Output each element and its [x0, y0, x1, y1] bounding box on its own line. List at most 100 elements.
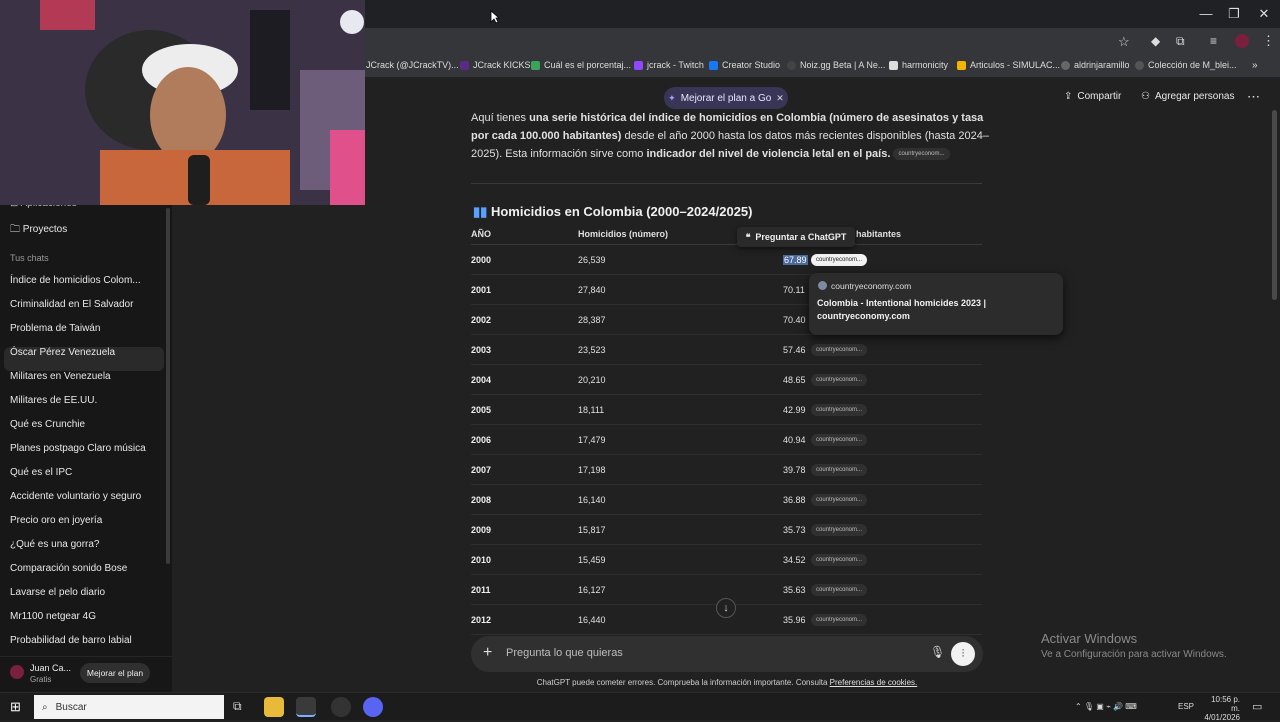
bookmark-item[interactable]: Creator Studio [709, 60, 780, 70]
table-row: 2008 16,140 36.88 countryeconom... [471, 485, 982, 515]
plus-icon[interactable]: + [483, 644, 492, 662]
file-explorer-icon[interactable] [264, 697, 284, 717]
bookmark-item[interactable]: JCrack (@JCrackTV)... [366, 60, 459, 70]
minimize-icon[interactable]: — [1196, 6, 1216, 22]
response-paragraph: Aquí tienes una serie histórica del índi… [471, 112, 989, 161]
source-chip[interactable]: countryeconom... [811, 554, 868, 566]
sidebar-chat-item[interactable]: Índice de homicidios Colom... [10, 275, 141, 286]
profile-avatar[interactable] [1235, 34, 1249, 48]
sidebar-chat-item[interactable]: Mr1100 netgear 4G [10, 611, 96, 622]
cell-rate[interactable]: 35.63 [783, 585, 806, 595]
source-chip[interactable]: countryeconom... [811, 344, 868, 356]
sidebar-chat-item[interactable]: Accidente voluntario y seguro [10, 491, 141, 502]
source-chip[interactable]: countryeconom... [811, 254, 868, 266]
sidebar-scrollbar[interactable] [166, 208, 170, 564]
cell-year: 2002 [471, 315, 492, 325]
more-bookmarks-icon[interactable]: » [1252, 60, 1258, 71]
source-chip[interactable]: countryeconom... [811, 404, 868, 416]
microphone-icon[interactable]: 🎙 [930, 645, 945, 659]
source-chip[interactable]: countryeconom... [811, 374, 868, 386]
source-popover[interactable]: countryeconomy.com Colombia - Intentiona… [809, 273, 1063, 335]
voice-mode-button[interactable]: ⫶ [951, 642, 975, 666]
cell-rate[interactable]: 39.78 [783, 465, 806, 475]
avatar[interactable] [10, 665, 24, 679]
discord-icon[interactable] [363, 697, 383, 717]
task-view-icon[interactable]: ⧉ [233, 699, 242, 714]
source-chip[interactable]: countryeconom... [893, 148, 950, 161]
cell-rate[interactable]: 70.40 [783, 315, 806, 325]
close-icon[interactable]: ✕ [1254, 6, 1274, 22]
sidebar-chat-item[interactable]: Probabilidad de barro labial [10, 635, 132, 646]
page-scrollbar[interactable] [1272, 110, 1277, 300]
cell-rate[interactable]: 70.11 [783, 285, 805, 295]
upgrade-plan-pill[interactable]: ✦ Mejorar el plan a Go ✕ [664, 87, 788, 109]
source-chip[interactable]: countryeconom... [811, 524, 868, 536]
sidebar-chat-item[interactable]: Criminalidad en El Salvador [10, 299, 133, 310]
bookmark-item[interactable]: jcrack - Twitch [634, 60, 704, 70]
restore-icon[interactable]: ❐ [1224, 6, 1244, 22]
sidebar-chat-item[interactable]: Militares de EE.UU. [10, 395, 97, 406]
source-chip[interactable]: countryeconom... [811, 464, 868, 476]
sidebar-chat-item[interactable]: Militares en Venezuela [10, 371, 111, 382]
sidebar-chat-item[interactable]: Problema de Taiwán [10, 323, 100, 334]
cell-rate[interactable]: 35.73 [783, 525, 806, 535]
clock[interactable]: 10:56 p. m. 4/01/2026 [1202, 695, 1240, 722]
ask-chatgpt-tooltip[interactable]: ❝ Preguntar a ChatGPT [737, 227, 855, 247]
sidebar-chat-item[interactable]: Comparación sonido Bose [10, 563, 127, 574]
projects-link[interactable]: 🗀 Proyectos [10, 222, 67, 239]
source-chip[interactable]: countryeconom... [811, 614, 868, 626]
cookie-preferences-link[interactable]: Preferencias de cookies. [830, 678, 918, 687]
sidebar-chat-item[interactable]: Precio oro en joyería [10, 515, 102, 526]
bookmark-item[interactable]: harmonicity [889, 60, 948, 70]
source-chip[interactable]: countryeconom... [811, 494, 868, 506]
chats-section-label: Tus chats [10, 253, 49, 263]
scroll-down-button[interactable]: ↓ [716, 598, 736, 618]
sidebar-chat-item[interactable]: Qué es el IPC [10, 467, 72, 478]
extension-icon[interactable]: ◆ [1151, 34, 1160, 48]
bookmark-item[interactable]: Noiz.gg Beta | A Ne... [787, 60, 885, 70]
cell-rate[interactable]: 36.88 [783, 495, 806, 505]
cell-rate[interactable]: 40.94 [783, 435, 806, 445]
search-icon: ⌕ [42, 701, 48, 713]
star-icon[interactable]: ☆ [1118, 34, 1130, 50]
taskbar-search[interactable]: ⌕ Buscar [34, 695, 224, 719]
chart-icon: ▮▮ [473, 204, 488, 219]
obs-icon[interactable] [331, 697, 351, 717]
cell-rate[interactable]: 34.52 [783, 555, 806, 565]
source-chip[interactable]: countryeconom... [811, 434, 868, 446]
webcam-overlay [0, 0, 365, 205]
cell-count: 16,127 [578, 585, 606, 595]
cell-rate[interactable]: 35.96 [783, 615, 806, 625]
tray-chevron-icon[interactable]: ⌃ 🎙 ▣ ⌁ 🔊 ⌨ [1075, 702, 1137, 711]
sidebar-chat-item[interactable]: Lavarse el pelo diario [10, 587, 105, 598]
media-icon[interactable]: ≡ [1210, 34, 1217, 48]
bookmark-item[interactable]: Articulos - SIMULAC... [957, 60, 1060, 70]
cell-count: 15,459 [578, 555, 606, 565]
bookmark-item[interactable]: Cuál es el porcentaj... [531, 60, 631, 70]
notifications-icon[interactable]: ▭ [1252, 700, 1262, 713]
kebab-menu-icon[interactable]: ⋮ [1262, 33, 1275, 49]
language-indicator[interactable]: ESP [1178, 702, 1194, 711]
user-plan: Gratis [30, 675, 52, 684]
windows-start-icon[interactable]: ⊞ [10, 699, 21, 715]
cell-rate[interactable]: 67.89 [783, 255, 808, 265]
bookmark-item[interactable]: Colección de M_blei... [1135, 60, 1237, 70]
sidebar-chat-item[interactable]: ¿Qué es una gorra? [10, 539, 100, 550]
cell-rate[interactable]: 48.65 [783, 375, 806, 385]
bookmark-item[interactable]: JCrack KICKS [460, 60, 531, 70]
more-options-icon[interactable]: ⋯ [1247, 89, 1260, 105]
sidebar-chat-item[interactable]: Planes postpago Claro música [10, 443, 146, 454]
puzzle-icon[interactable]: ⧉ [1176, 34, 1185, 49]
cell-rate[interactable]: 42.99 [783, 405, 806, 415]
sidebar-chat-item[interactable]: Qué es Crunchie [10, 419, 85, 430]
bookmark-item[interactable]: aldrinjaramillo [1061, 60, 1130, 70]
share-button[interactable]: ⇪ Compartir [1064, 91, 1121, 102]
close-pill-icon[interactable]: ✕ [776, 93, 784, 104]
prompt-input[interactable]: Pregunta lo que quieras [506, 647, 623, 659]
source-chip[interactable]: countryeconom... [811, 584, 868, 596]
sidebar-chat-item[interactable]: Óscar Pérez Venezuela [10, 347, 115, 358]
upgrade-plan-button[interactable]: Mejorar el plan [80, 663, 150, 683]
cell-rate[interactable]: 57.46 [783, 345, 806, 355]
add-people-button[interactable]: ⚇ Agregar personas [1141, 91, 1234, 102]
chrome-icon[interactable] [296, 697, 316, 717]
